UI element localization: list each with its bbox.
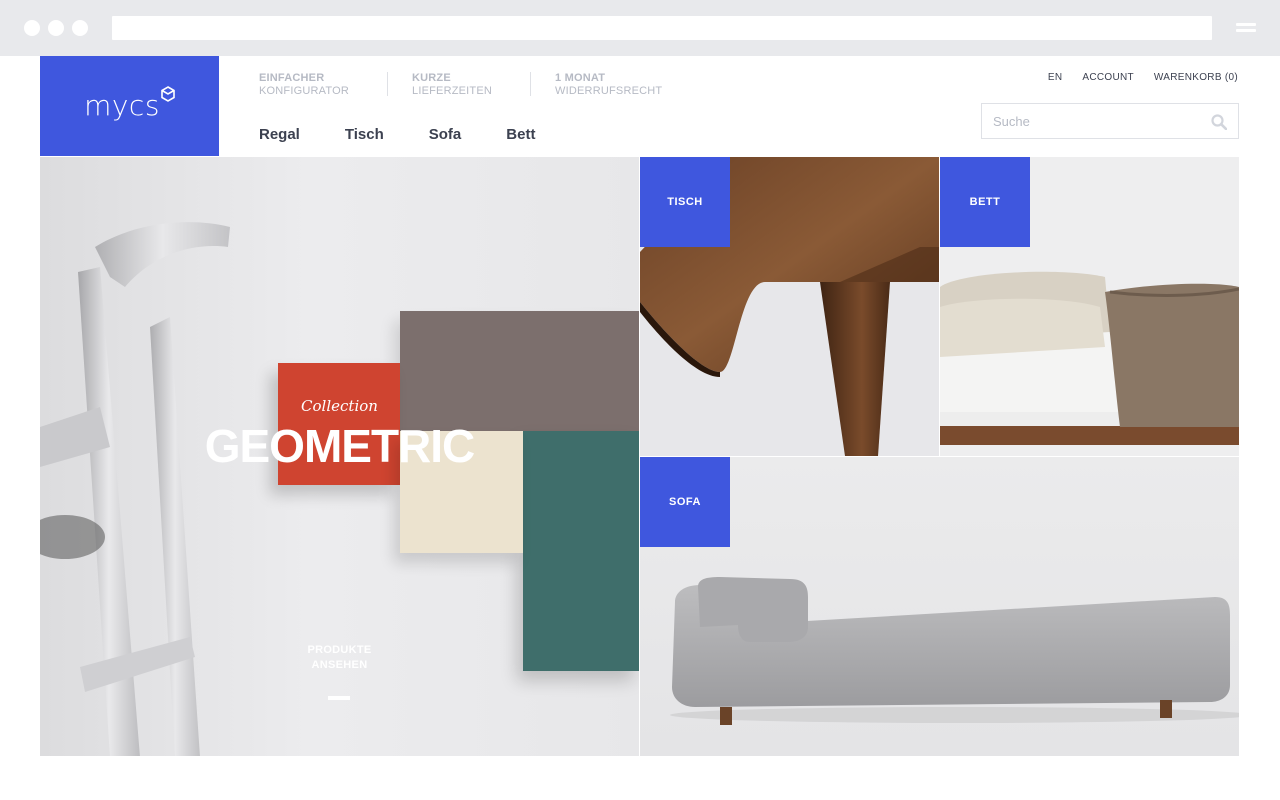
collection-title: GEOMETRIC xyxy=(204,420,476,472)
hamburger-menu-icon[interactable] xyxy=(1236,21,1256,35)
tile-label-sofa: SOFA xyxy=(640,457,730,547)
logo-cube-icon xyxy=(161,86,175,102)
nav-item-tisch[interactable]: Tisch xyxy=(345,126,384,143)
language-switch-link[interactable]: EN xyxy=(1048,72,1063,83)
category-tile-bett[interactable]: BETT xyxy=(940,157,1239,456)
view-products-link[interactable]: PRODUKTE ANSEHEN xyxy=(40,643,639,673)
utility-links: EN ACCOUNT WARENKORB (0) xyxy=(1048,72,1238,83)
category-tile-sofa[interactable]: SOFA xyxy=(640,457,1239,756)
collection-label: Collection xyxy=(301,397,378,415)
usp-bar: EINFACHER KONFIGURATOR KURZE LIEFERZEITE… xyxy=(259,72,724,97)
logo-home-link[interactable]: mycs xyxy=(40,56,219,156)
cta-underline xyxy=(328,696,350,700)
search-input[interactable] xyxy=(982,104,1192,138)
cta-line-1: PRODUKTE xyxy=(307,644,372,656)
nav-item-regal[interactable]: Regal xyxy=(259,126,300,143)
tile-label-tisch: TISCH xyxy=(640,157,730,247)
nav-item-sofa[interactable]: Sofa xyxy=(429,126,462,143)
window-maximize-dot[interactable] xyxy=(72,20,88,36)
main-navigation: Regal Tisch Sofa Bett xyxy=(259,126,535,143)
browser-chrome xyxy=(0,0,1280,56)
address-bar[interactable] xyxy=(112,16,1212,40)
usp-return: 1 MONAT WIDERRUFSRECHT xyxy=(555,72,663,97)
category-tile-tisch[interactable]: TISCH xyxy=(640,157,939,456)
tile-label-bett: BETT xyxy=(940,157,1030,247)
logo-wordmark: mycs xyxy=(84,88,160,122)
usp-delivery: KURZE LIEFERZEITEN xyxy=(412,72,532,97)
search-icon[interactable] xyxy=(1211,114,1227,130)
search-box xyxy=(981,103,1239,139)
window-minimize-dot[interactable] xyxy=(48,20,64,36)
hero-collection-geometric[interactable]: Collection GEOMETRIC PRODUKTE ANSEHEN xyxy=(40,157,639,756)
account-link[interactable]: ACCOUNT xyxy=(1082,72,1134,83)
cart-link[interactable]: WARENKORB (0) xyxy=(1154,72,1238,83)
window-close-dot[interactable] xyxy=(24,20,40,36)
cta-line-2: ANSEHEN xyxy=(311,659,368,671)
nav-item-bett[interactable]: Bett xyxy=(506,126,535,143)
usp-configurator: EINFACHER KONFIGURATOR xyxy=(259,72,388,97)
